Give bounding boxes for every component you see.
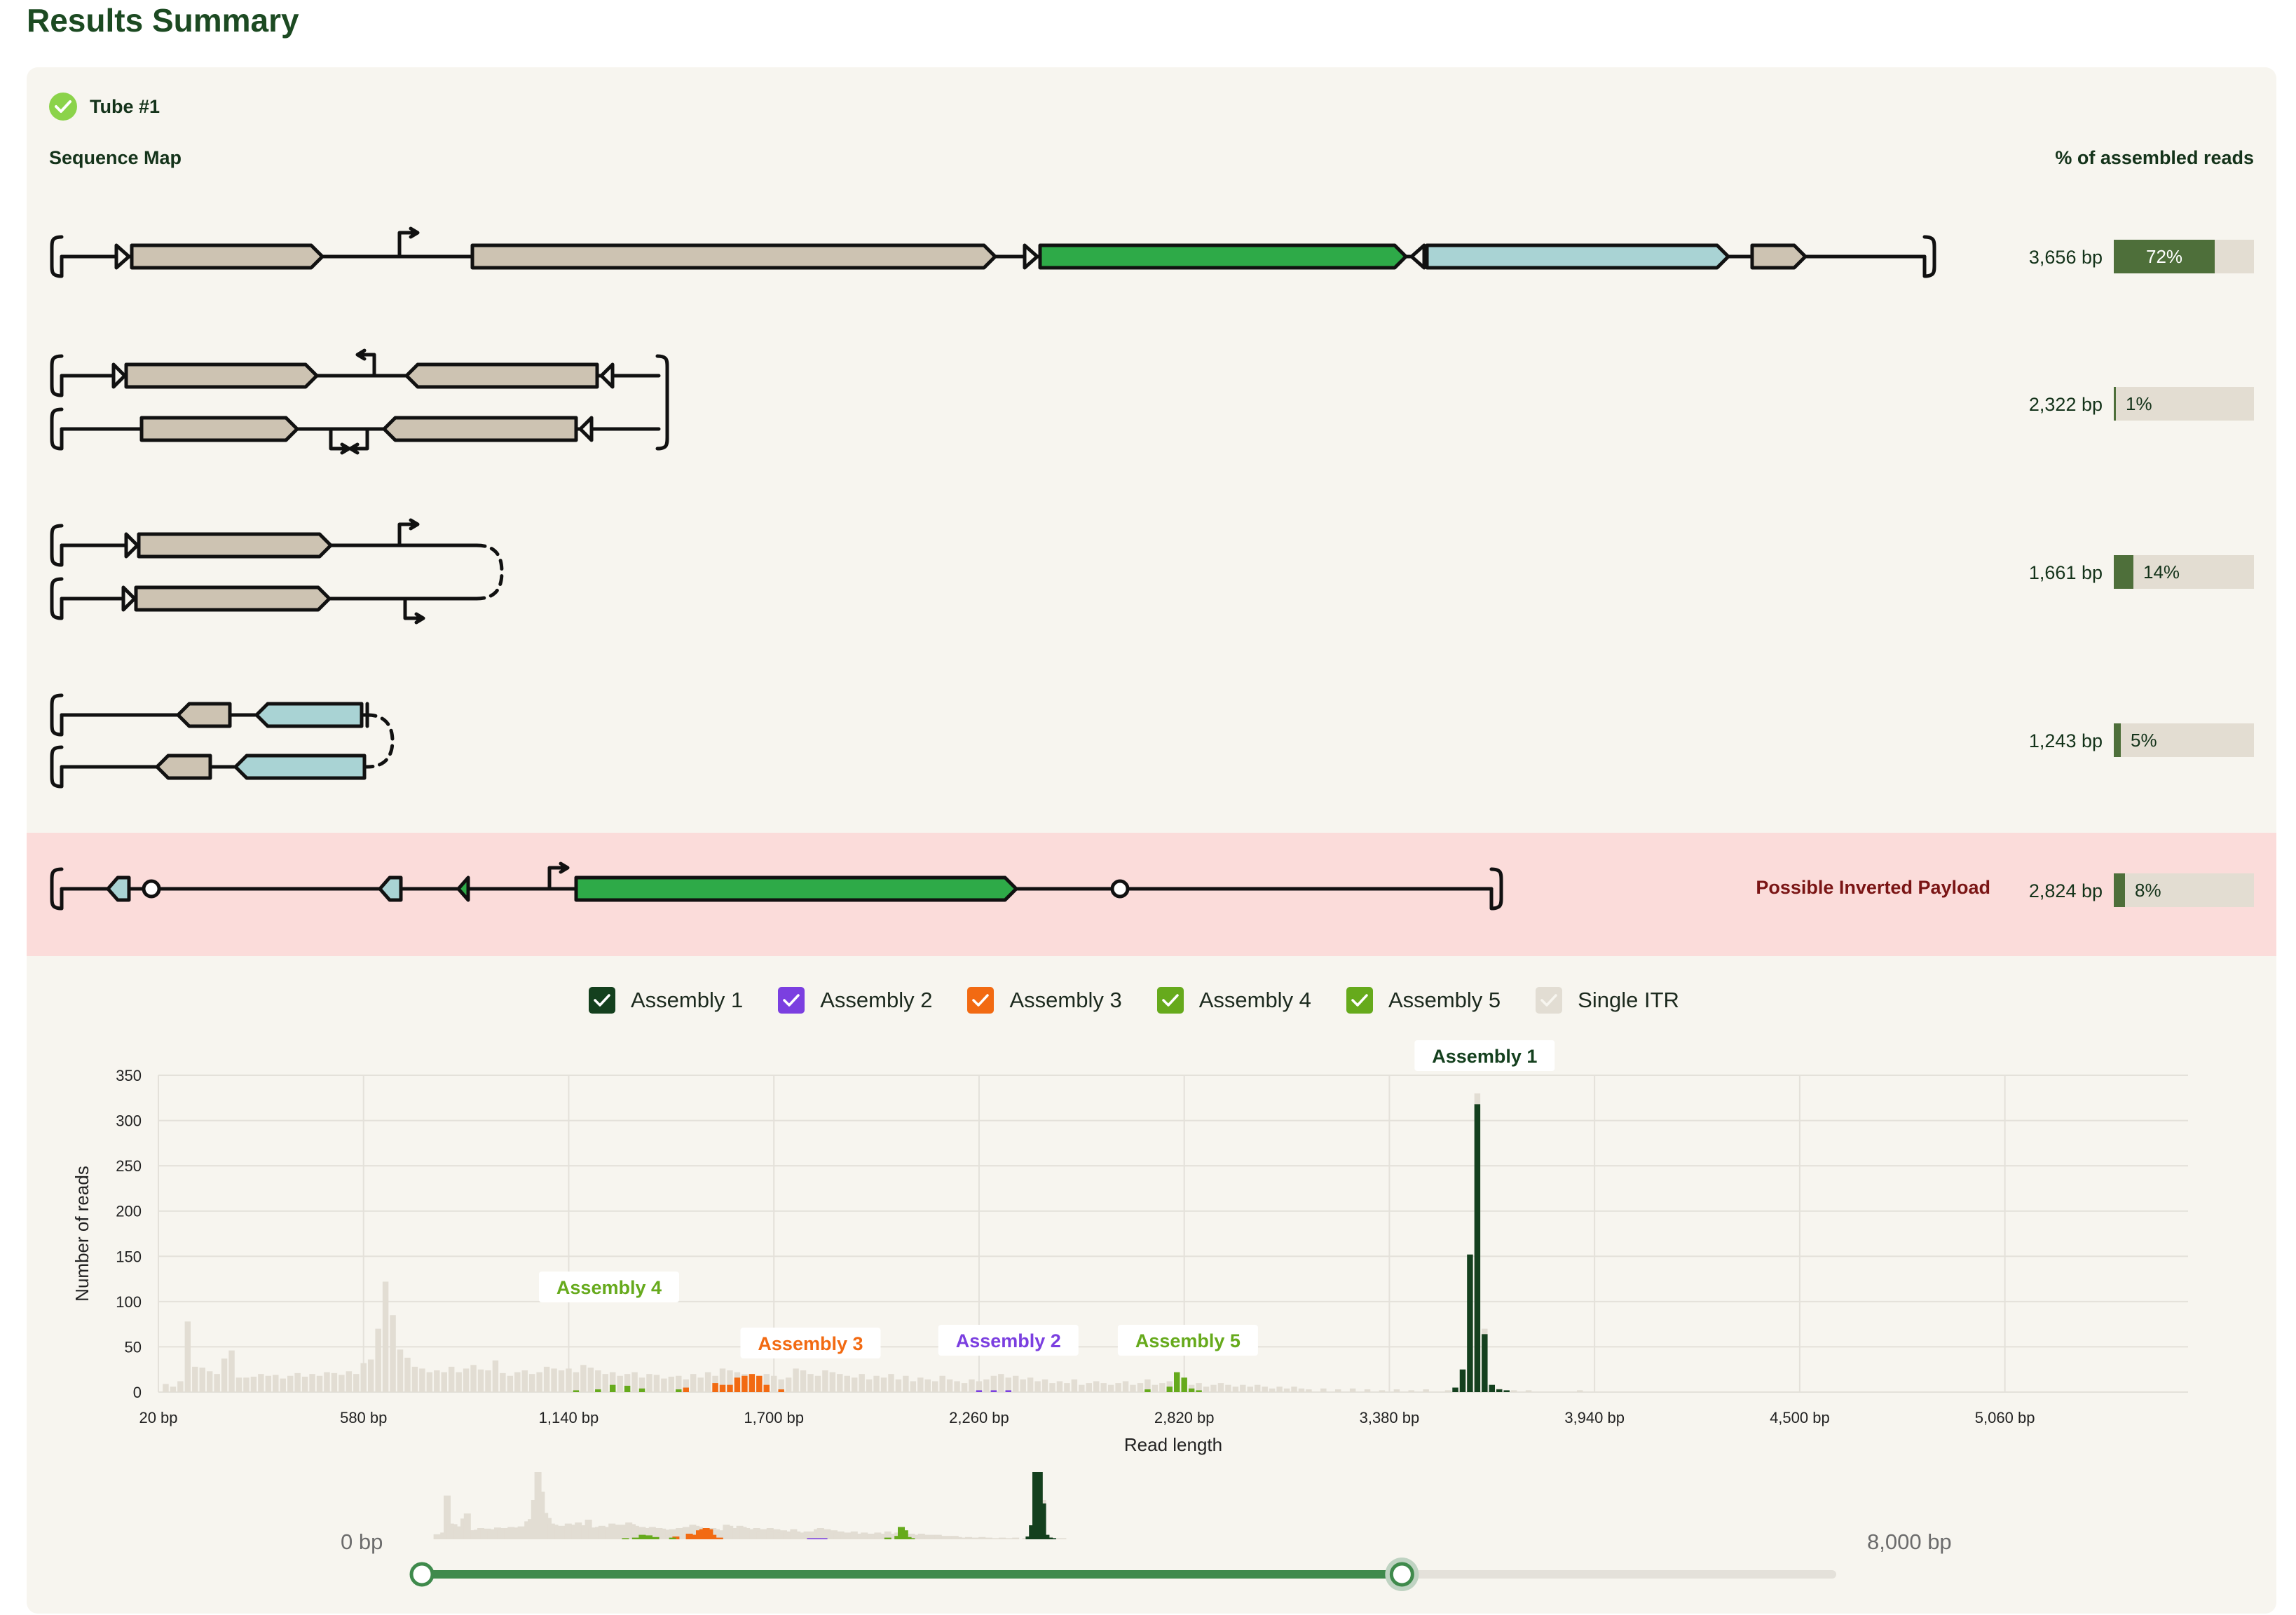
row-percent-label: 1% [2126,393,2152,414]
inverted-payload-map [52,861,1501,908]
legend-item-1[interactable]: Assembly 1 [589,987,743,1014]
checkbox-icon[interactable] [778,987,805,1014]
range-min-label: 0 bp [341,1529,383,1554]
row-percent-label: 5% [2131,730,2157,751]
row-percent-bar-2: 1% [2114,387,2254,421]
row-percent-fill [2114,873,2125,907]
row-percent-bar-4: 5% [2114,723,2254,757]
legend-label: Assembly 4 [1198,988,1311,1012]
sequence-map-diagrams [0,226,2296,967]
row-percent-bar-1: 72% [2114,240,2254,273]
assembly-1-map [52,226,1934,276]
legend-item-5[interactable]: Assembly 5 [1346,987,1501,1014]
checkbox-icon[interactable] [589,987,615,1014]
assembly-2-map [52,348,669,455]
legend-label: Assembly 1 [631,988,744,1012]
row-length-3: 1,661 bp [2028,562,2103,583]
range-max-label: 8,000 bp [1867,1529,1952,1554]
row-length-1: 3,656 bp [2028,247,2103,268]
chart-legend: Assembly 1 Assembly 2 Assembly 3 Assembly 4… [589,987,1679,1014]
row-percent-fill [2114,555,2133,589]
checkbox-icon[interactable] [1346,987,1373,1014]
inverted-payload-flag: Possible Inverted Payload [1756,877,1990,898]
legend-label: Single ITR [1578,988,1679,1012]
legend-item-6[interactable]: Single ITR [1536,987,1679,1014]
assembly-4-map [52,695,395,786]
row-percent-fill [2114,387,2116,421]
legend-item-3[interactable]: Assembly 3 [967,987,1122,1014]
legend-label: Assembly 3 [1009,988,1122,1012]
row-percent-label: 72% [2146,246,2183,267]
row-percent-bar-3: 14% [2114,555,2254,589]
row-percent-label: 8% [2135,880,2161,901]
checkbox-icon[interactable] [1156,987,1184,1014]
legend-label: Assembly 2 [820,988,933,1012]
checkbox-icon[interactable] [1536,987,1563,1014]
row-percent-fill [2114,723,2121,757]
row-percent-bar-5: 8% [2114,873,2254,907]
row-percent-label: 14% [2143,561,2180,582]
checkbox-icon[interactable] [967,987,995,1014]
row-length-2: 2,322 bp [2028,394,2103,415]
assembly-3-map [52,518,504,625]
row-length-4: 1,243 bp [2028,730,2103,751]
legend-label: Assembly 5 [1388,988,1501,1012]
legend-item-2[interactable]: Assembly 2 [778,987,932,1014]
legend-item-4[interactable]: Assembly 4 [1156,987,1311,1014]
